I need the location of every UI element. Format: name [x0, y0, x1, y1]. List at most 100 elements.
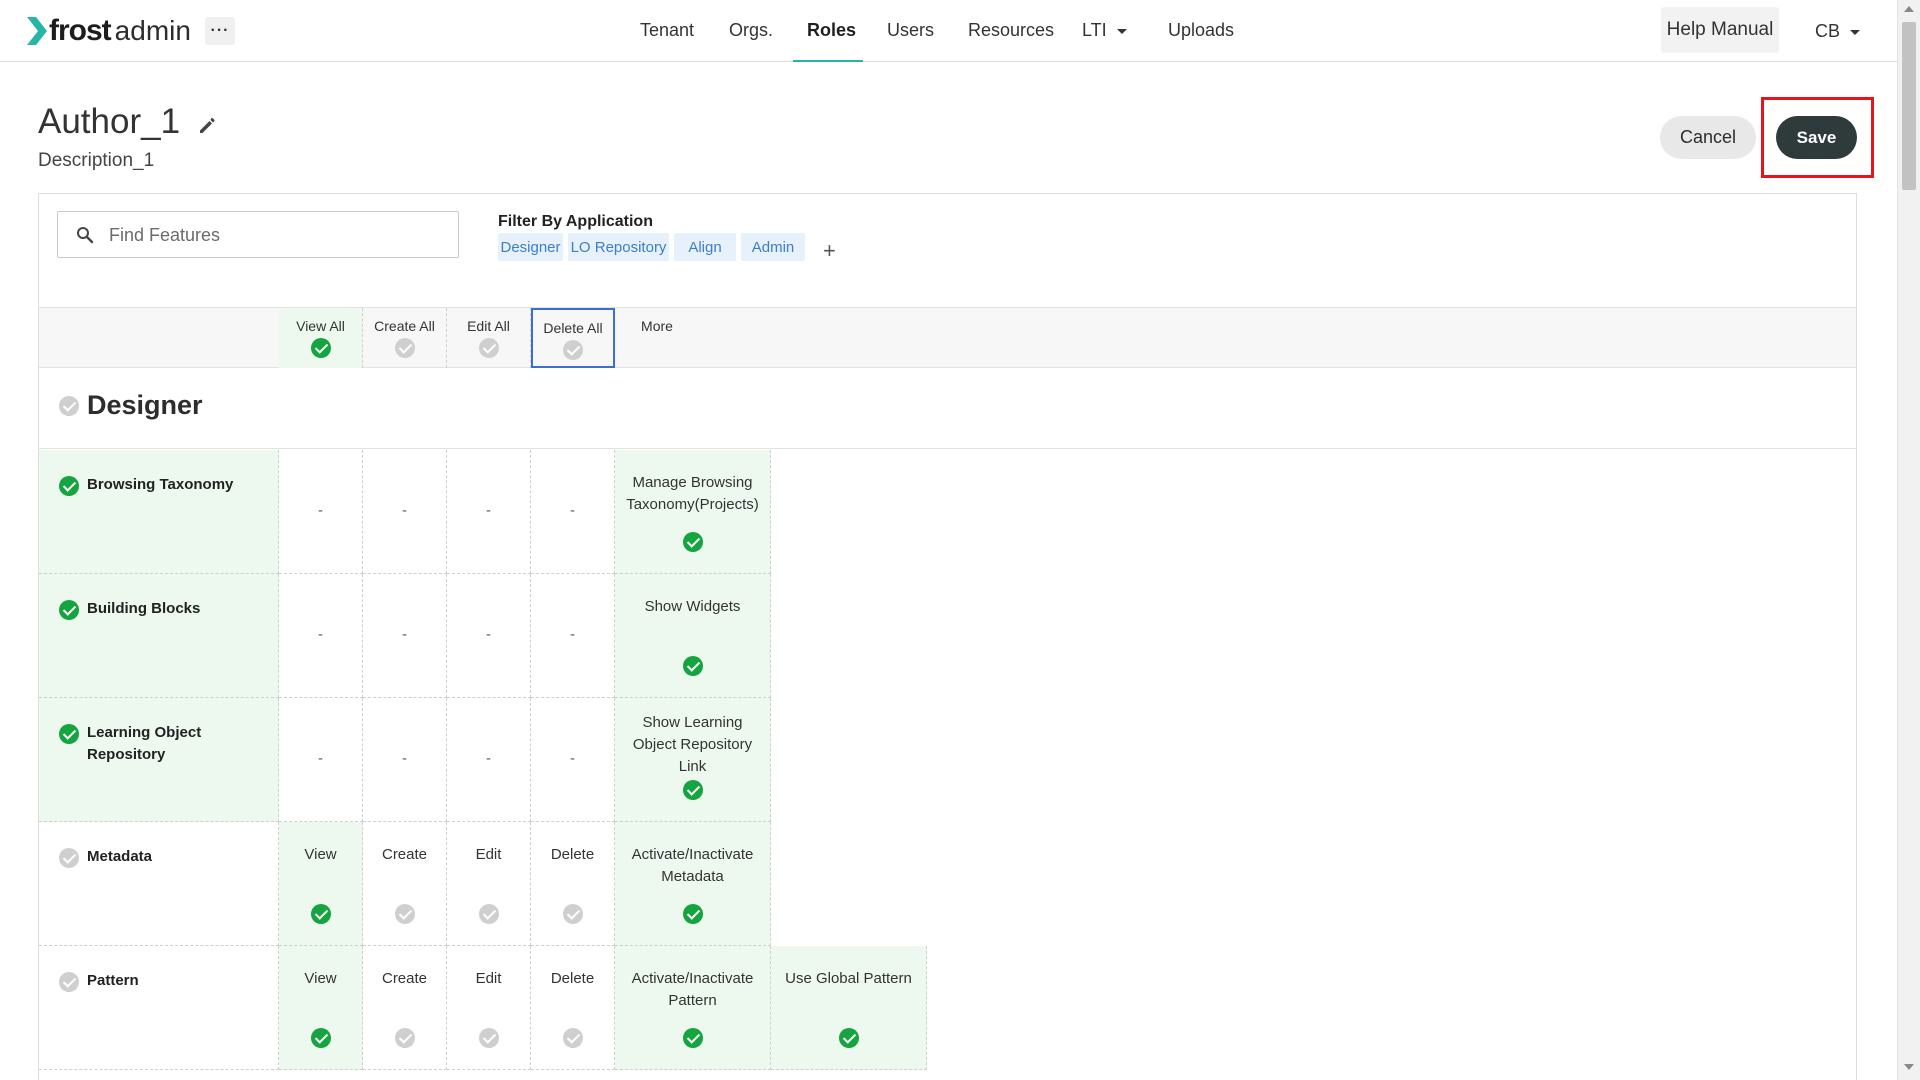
- permission-cell: -: [363, 698, 447, 822]
- permission-cell[interactable]: Delete: [531, 946, 615, 1070]
- check-icon[interactable]: [310, 338, 331, 358]
- empty-dash: -: [486, 626, 491, 643]
- check-icon[interactable]: [682, 904, 703, 924]
- pencil-edit-icon[interactable]: [197, 115, 217, 135]
- nav-uploads[interactable]: Uploads: [1168, 20, 1234, 41]
- filter-chip-align[interactable]: Align: [674, 233, 736, 261]
- chevron-down-icon: [1116, 28, 1127, 34]
- check-icon[interactable]: [59, 396, 79, 416]
- search-icon: [77, 227, 94, 244]
- permission-cell[interactable]: Activate/Inactivate Metadata: [615, 822, 771, 946]
- permission-cell[interactable]: Edit: [447, 946, 531, 1070]
- check-icon[interactable]: [563, 340, 583, 360]
- column-create-all-label: Create All: [374, 318, 435, 334]
- nav-orgs[interactable]: Orgs.: [729, 20, 773, 41]
- check-icon[interactable]: [478, 1028, 499, 1048]
- row-label-cell: Metadata: [39, 822, 279, 946]
- column-delete-all-label: Delete All: [543, 320, 603, 336]
- check-icon[interactable]: [478, 904, 499, 924]
- row-label-cell: Pattern: [39, 946, 279, 1070]
- section-designer: Designer: [39, 369, 1856, 449]
- section-title: Designer: [87, 390, 203, 420]
- permission-cell[interactable]: Create: [363, 822, 447, 946]
- nav-lti[interactable]: LTI: [1082, 20, 1127, 41]
- scroll-down-arrow-icon[interactable]: [1904, 1064, 1914, 1070]
- permission-cell[interactable]: Show Learning Object Repository Link: [615, 698, 771, 822]
- check-icon[interactable]: [478, 338, 499, 358]
- permission-cell[interactable]: View: [279, 822, 363, 946]
- permission-cell: -: [279, 698, 363, 822]
- empty-dash: -: [402, 626, 407, 643]
- permission-cell[interactable]: Create: [363, 946, 447, 1070]
- permission-cell: -: [447, 450, 531, 574]
- column-create-all[interactable]: Create All: [363, 308, 447, 368]
- column-more: More: [615, 308, 699, 368]
- permission-cell[interactable]: Delete: [531, 822, 615, 946]
- table-row: Metadata View Create Edit Delete Activat…: [39, 822, 1856, 946]
- check-icon[interactable]: [59, 848, 79, 868]
- check-icon[interactable]: [59, 972, 79, 992]
- filter-chip-admin[interactable]: Admin: [741, 233, 805, 261]
- check-icon[interactable]: [59, 476, 79, 496]
- permission-label: View: [304, 846, 337, 863]
- permission-cell[interactable]: Edit: [447, 822, 531, 946]
- nav-users[interactable]: Users: [887, 20, 934, 41]
- check-icon[interactable]: [838, 1028, 859, 1048]
- search-input[interactable]: [109, 222, 439, 248]
- check-icon[interactable]: [59, 724, 79, 744]
- empty-dash: -: [570, 502, 575, 519]
- permission-cell[interactable]: Show Widgets: [615, 574, 771, 698]
- filter-chip-lo-repository[interactable]: LO Repository: [568, 233, 669, 261]
- permission-label: Edit: [475, 970, 502, 987]
- cancel-button[interactable]: Cancel: [1660, 116, 1756, 159]
- check-icon[interactable]: [682, 780, 703, 800]
- row-label: Learning Object Repository: [87, 724, 202, 763]
- nav-resources[interactable]: Resources: [968, 20, 1054, 41]
- row-label: Metadata: [87, 848, 153, 865]
- check-icon[interactable]: [59, 600, 79, 620]
- check-icon[interactable]: [394, 904, 415, 924]
- column-view-all-label: View All: [296, 318, 345, 334]
- permission-label: Manage Browsing Taxonomy(Projects): [626, 474, 759, 513]
- row-label: Building Blocks: [87, 600, 201, 617]
- save-button[interactable]: Save: [1776, 116, 1857, 159]
- permission-cell[interactable]: Use Global Pattern: [771, 946, 927, 1070]
- permission-label: Create: [381, 846, 428, 863]
- add-filter-plus-icon[interactable]: +: [823, 240, 836, 262]
- user-menu[interactable]: CB: [1815, 21, 1861, 42]
- column-view-all[interactable]: View All: [279, 308, 363, 368]
- scroll-up-arrow-icon[interactable]: [1904, 6, 1914, 12]
- help-manual-button[interactable]: Help Manual: [1661, 7, 1779, 53]
- scrollbar-thumb[interactable]: [1902, 22, 1916, 190]
- permission-cell: -: [531, 574, 615, 698]
- active-tab-indicator: [793, 60, 863, 62]
- column-delete-all[interactable]: Delete All: [531, 308, 615, 368]
- permission-cell[interactable]: Manage Browsing Taxonomy(Projects): [615, 450, 771, 574]
- feature-search-box[interactable]: [57, 211, 459, 258]
- empty-dash: -: [570, 750, 575, 767]
- permission-label: Activate/Inactivate Metadata: [631, 846, 754, 885]
- check-icon[interactable]: [562, 904, 583, 924]
- check-icon[interactable]: [682, 656, 703, 676]
- filter-chip-designer[interactable]: Designer: [498, 233, 563, 261]
- permission-cell[interactable]: Activate/Inactivate Pattern: [615, 946, 771, 1070]
- check-icon[interactable]: [682, 532, 703, 552]
- empty-dash: -: [570, 626, 575, 643]
- check-icon[interactable]: [682, 1028, 703, 1048]
- top-navigation-bar: frost admin ··· Tenant Orgs. Roles Users…: [0, 0, 1897, 62]
- user-initials: CB: [1815, 21, 1841, 41]
- vertical-scrollbar[interactable]: [1897, 0, 1920, 1080]
- nav-tenant[interactable]: Tenant: [640, 20, 694, 41]
- check-icon[interactable]: [394, 1028, 415, 1048]
- permission-cell: -: [531, 698, 615, 822]
- check-icon[interactable]: [562, 1028, 583, 1048]
- check-icon[interactable]: [394, 338, 415, 358]
- check-icon[interactable]: [310, 1028, 331, 1048]
- nav-roles[interactable]: Roles: [807, 20, 856, 41]
- column-edit-all[interactable]: Edit All: [447, 308, 531, 368]
- permission-cell[interactable]: View: [279, 946, 363, 1070]
- column-more-label: More: [641, 318, 673, 334]
- permission-label: Delete: [550, 846, 595, 863]
- table-row: Browsing Taxonomy - - - - Manage Browsin…: [39, 450, 1856, 574]
- check-icon[interactable]: [310, 904, 331, 924]
